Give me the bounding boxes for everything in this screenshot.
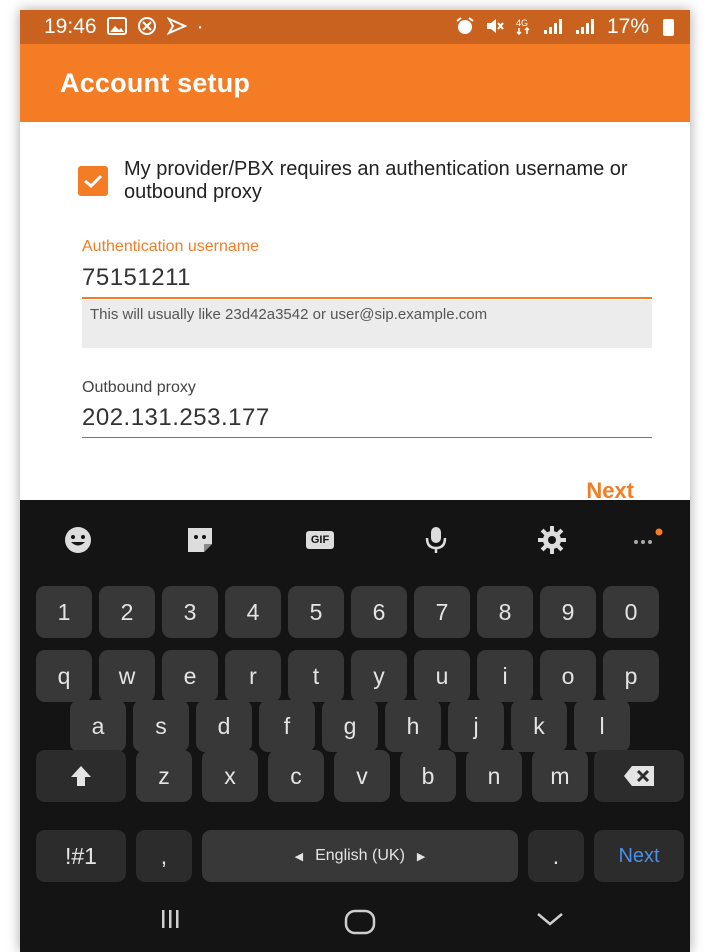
key-x[interactable]: x xyxy=(202,750,258,802)
comma-key[interactable]: , xyxy=(136,830,192,882)
key-m[interactable]: m xyxy=(532,750,588,802)
auth-username-label: Authentication username xyxy=(82,238,259,255)
key-h[interactable]: h xyxy=(385,700,441,752)
auth-username-underline xyxy=(82,297,652,299)
outbound-proxy-label: Outbound proxy xyxy=(82,379,196,396)
shift-icon xyxy=(71,766,91,786)
key-j[interactable]: j xyxy=(448,700,504,752)
home-icon[interactable] xyxy=(340,908,380,936)
gallery-icon xyxy=(106,16,127,38)
key-a[interactable]: a xyxy=(70,700,126,752)
key-8[interactable]: 8 xyxy=(477,586,533,638)
key-e[interactable]: e xyxy=(162,650,218,702)
key-v[interactable]: v xyxy=(334,750,390,802)
key-1[interactable]: 1 xyxy=(36,586,92,638)
alarm-icon xyxy=(455,16,475,38)
key-k[interactable]: k xyxy=(511,700,567,752)
status-bar: 19:46 · 4G 17% xyxy=(20,10,690,44)
key-3[interactable]: 3 xyxy=(162,586,218,638)
key-d[interactable]: d xyxy=(196,700,252,752)
svg-text:4G: 4G xyxy=(516,18,528,28)
settings-icon[interactable] xyxy=(532,520,572,560)
app-bar: Account setup xyxy=(20,44,690,122)
period-key[interactable]: . xyxy=(528,830,584,882)
shift-key[interactable] xyxy=(36,750,126,802)
signal-icon-2 xyxy=(575,17,597,38)
key-q[interactable]: q xyxy=(36,650,92,702)
navigation-bar xyxy=(20,896,690,952)
gif-icon[interactable]: GIF xyxy=(298,520,342,560)
battery-icon xyxy=(663,18,674,36)
key-6[interactable]: 6 xyxy=(351,586,407,638)
key-f[interactable]: f xyxy=(259,700,315,752)
chevron-left-icon: ◀ xyxy=(294,850,304,863)
auth-username-hint: This will usually like 23d42a3542 or use… xyxy=(82,300,652,348)
key-s[interactable]: s xyxy=(133,700,189,752)
account-setup-form: My provider/PBX requires an authenticati… xyxy=(20,122,690,503)
app-notification-icon xyxy=(166,16,188,38)
keyboard-toolbar: GIF xyxy=(20,510,690,570)
outbound-proxy-input[interactable]: 202.131.253.177 xyxy=(82,404,270,432)
gif-label: GIF xyxy=(305,531,335,549)
mic-icon[interactable] xyxy=(416,520,456,560)
battery-percent: 17% xyxy=(606,15,649,38)
space-key-label: English (UK) xyxy=(315,847,405,864)
auth-username-input[interactable]: 75151211 xyxy=(82,264,191,292)
sticker-icon[interactable] xyxy=(180,520,220,560)
auth-checkbox[interactable] xyxy=(78,166,108,196)
backspace-key[interactable] xyxy=(594,750,684,802)
key-l[interactable]: l xyxy=(574,700,630,752)
key-g[interactable]: g xyxy=(322,700,378,752)
emoji-icon[interactable] xyxy=(58,520,98,560)
page-title: Account setup xyxy=(60,67,251,98)
4g-data-icon: 4G xyxy=(515,17,533,38)
auth-checkbox-label: My provider/PBX requires an authenticati… xyxy=(124,158,628,203)
key-z[interactable]: z xyxy=(136,750,192,802)
status-time: 19:46 xyxy=(44,15,97,38)
status-dot: · xyxy=(196,15,204,38)
key-c[interactable]: c xyxy=(268,750,324,802)
key-b[interactable]: b xyxy=(400,750,456,802)
keyboard: GIF 1234567890 qwertyuiop asdfghjkl zxcvbnm… xyxy=(20,500,690,952)
recent-apps-icon[interactable] xyxy=(150,908,190,930)
backspace-icon xyxy=(624,766,654,786)
key-p[interactable]: p xyxy=(603,650,659,702)
auth-checkbox-row[interactable]: My provider/PBX requires an authenticati… xyxy=(78,158,644,204)
phone-screen: 19:46 · 4G 17% Account setup My provider… xyxy=(20,10,690,952)
key-9[interactable]: 9 xyxy=(540,586,596,638)
checkmark-icon xyxy=(84,174,103,189)
signal-icon-1 xyxy=(543,17,565,38)
key-u[interactable]: u xyxy=(414,650,470,702)
key-i[interactable]: i xyxy=(477,650,533,702)
enter-next-key[interactable]: Next xyxy=(594,830,684,882)
chevron-right-icon: ▶ xyxy=(416,850,426,863)
mute-icon xyxy=(485,17,505,38)
key-o[interactable]: o xyxy=(540,650,596,702)
back-chevron-down-icon[interactable] xyxy=(530,908,570,930)
more-icon[interactable] xyxy=(628,520,668,560)
symbols-key[interactable]: !#1 xyxy=(36,830,126,882)
key-w[interactable]: w xyxy=(99,650,155,702)
outbound-proxy-underline xyxy=(82,437,652,438)
key-7[interactable]: 7 xyxy=(414,586,470,638)
key-4[interactable]: 4 xyxy=(225,586,281,638)
key-0[interactable]: 0 xyxy=(603,586,659,638)
blocked-icon xyxy=(137,16,157,39)
key-2[interactable]: 2 xyxy=(99,586,155,638)
key-5[interactable]: 5 xyxy=(288,586,344,638)
key-r[interactable]: r xyxy=(225,650,281,702)
key-t[interactable]: t xyxy=(288,650,344,702)
key-y[interactable]: y xyxy=(351,650,407,702)
key-n[interactable]: n xyxy=(466,750,522,802)
space-key[interactable]: ◀ English (UK) ▶ xyxy=(202,830,518,882)
